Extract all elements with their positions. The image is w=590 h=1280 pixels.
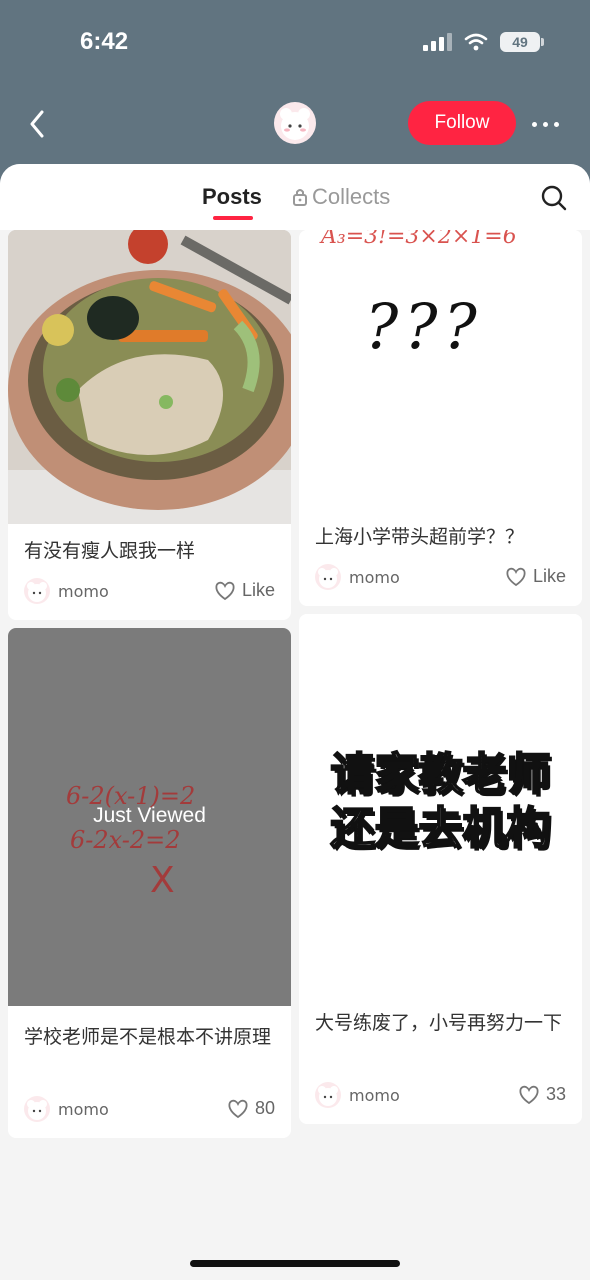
tab-bar: Posts Collects bbox=[0, 164, 590, 230]
like-button[interactable]: 33 bbox=[518, 1084, 566, 1105]
lock-icon bbox=[293, 189, 307, 206]
follow-button[interactable]: Follow bbox=[408, 101, 516, 145]
post-author[interactable]: momo bbox=[315, 1082, 400, 1108]
post-title: 学校老师是不是根本不讲原理 bbox=[24, 1026, 272, 1048]
profile-avatar[interactable] bbox=[274, 102, 316, 144]
post-title: 上海小学带头超前学？？ bbox=[315, 526, 525, 548]
like-count: 33 bbox=[545, 1084, 566, 1104]
image-question-marks: ??? bbox=[365, 290, 483, 363]
post-card[interactable]: 请家教老师 还是去机构 大号练废了，小号再努力一下 momo 33 bbox=[299, 614, 582, 1124]
author-avatar bbox=[24, 1096, 50, 1122]
post-title: 有没有瘦人跟我一样 bbox=[24, 540, 196, 562]
more-options-icon[interactable] bbox=[532, 114, 564, 134]
post-card[interactable]: 6-2(x-1)=2 6-2x-2=2 X Just Viewed 学校老师是不… bbox=[8, 628, 291, 1138]
post-card[interactable]: 有没有瘦人跟我一样 momo Like bbox=[8, 230, 291, 620]
post-image-food bbox=[8, 230, 291, 524]
like-count: Like bbox=[532, 566, 566, 586]
like-count: 80 bbox=[254, 1098, 275, 1118]
heart-icon bbox=[506, 567, 526, 586]
battery-indicator: 49 bbox=[500, 32, 544, 52]
image-equation-line-2: 6-2x-2=2 bbox=[70, 826, 181, 854]
post-card[interactable]: A₃=3!=3×2×1=6 ??? 上海小学带头超前学？？ momo Like bbox=[299, 230, 582, 606]
heart-icon bbox=[228, 1099, 248, 1118]
author-name: momo bbox=[58, 581, 109, 601]
post-image-text-cover: 请家教老师 还是去机构 bbox=[299, 614, 582, 992]
tab-collects-label: Collects bbox=[312, 184, 391, 209]
author-name: momo bbox=[349, 567, 400, 587]
author-avatar bbox=[315, 564, 341, 590]
author-avatar bbox=[24, 578, 50, 604]
author-name: momo bbox=[349, 1085, 400, 1105]
post-title: 大号练废了，小号再努力一下 bbox=[315, 1012, 563, 1034]
like-button[interactable]: Like bbox=[505, 566, 566, 587]
like-count: Like bbox=[241, 580, 275, 600]
search-icon[interactable] bbox=[540, 184, 568, 212]
post-image-worksheet: 6-2(x-1)=2 6-2x-2=2 X Just Viewed bbox=[8, 628, 291, 1006]
image-equation-text: A₃=3!=3×2×1=6 bbox=[321, 230, 517, 249]
heart-icon bbox=[215, 581, 235, 600]
heart-icon bbox=[519, 1085, 539, 1104]
signal-icon bbox=[423, 33, 452, 51]
image-cross-mark: X bbox=[150, 860, 175, 901]
active-tab-indicator bbox=[213, 216, 253, 220]
post-image-math: A₃=3!=3×2×1=6 ??? bbox=[299, 230, 582, 502]
post-author[interactable]: momo bbox=[24, 1096, 109, 1122]
status-icons: 49 bbox=[423, 32, 544, 52]
wifi-icon bbox=[464, 33, 488, 51]
post-author[interactable]: momo bbox=[24, 578, 109, 604]
image-headline-line-2: 还是去机构 bbox=[330, 802, 552, 855]
chevron-left-icon bbox=[30, 110, 44, 138]
tab-collects[interactable]: Collects bbox=[292, 184, 390, 210]
like-button[interactable]: 80 bbox=[227, 1098, 275, 1119]
back-button[interactable] bbox=[22, 104, 52, 144]
home-indicator[interactable] bbox=[190, 1260, 400, 1267]
author-avatar bbox=[315, 1082, 341, 1108]
status-time: 6:42 bbox=[80, 28, 129, 55]
author-name: momo bbox=[58, 1099, 109, 1119]
post-author[interactable]: momo bbox=[315, 564, 400, 590]
just-viewed-badge: Just Viewed bbox=[93, 804, 206, 827]
tab-posts[interactable]: Posts bbox=[202, 184, 262, 210]
like-button[interactable]: Like bbox=[214, 580, 275, 601]
